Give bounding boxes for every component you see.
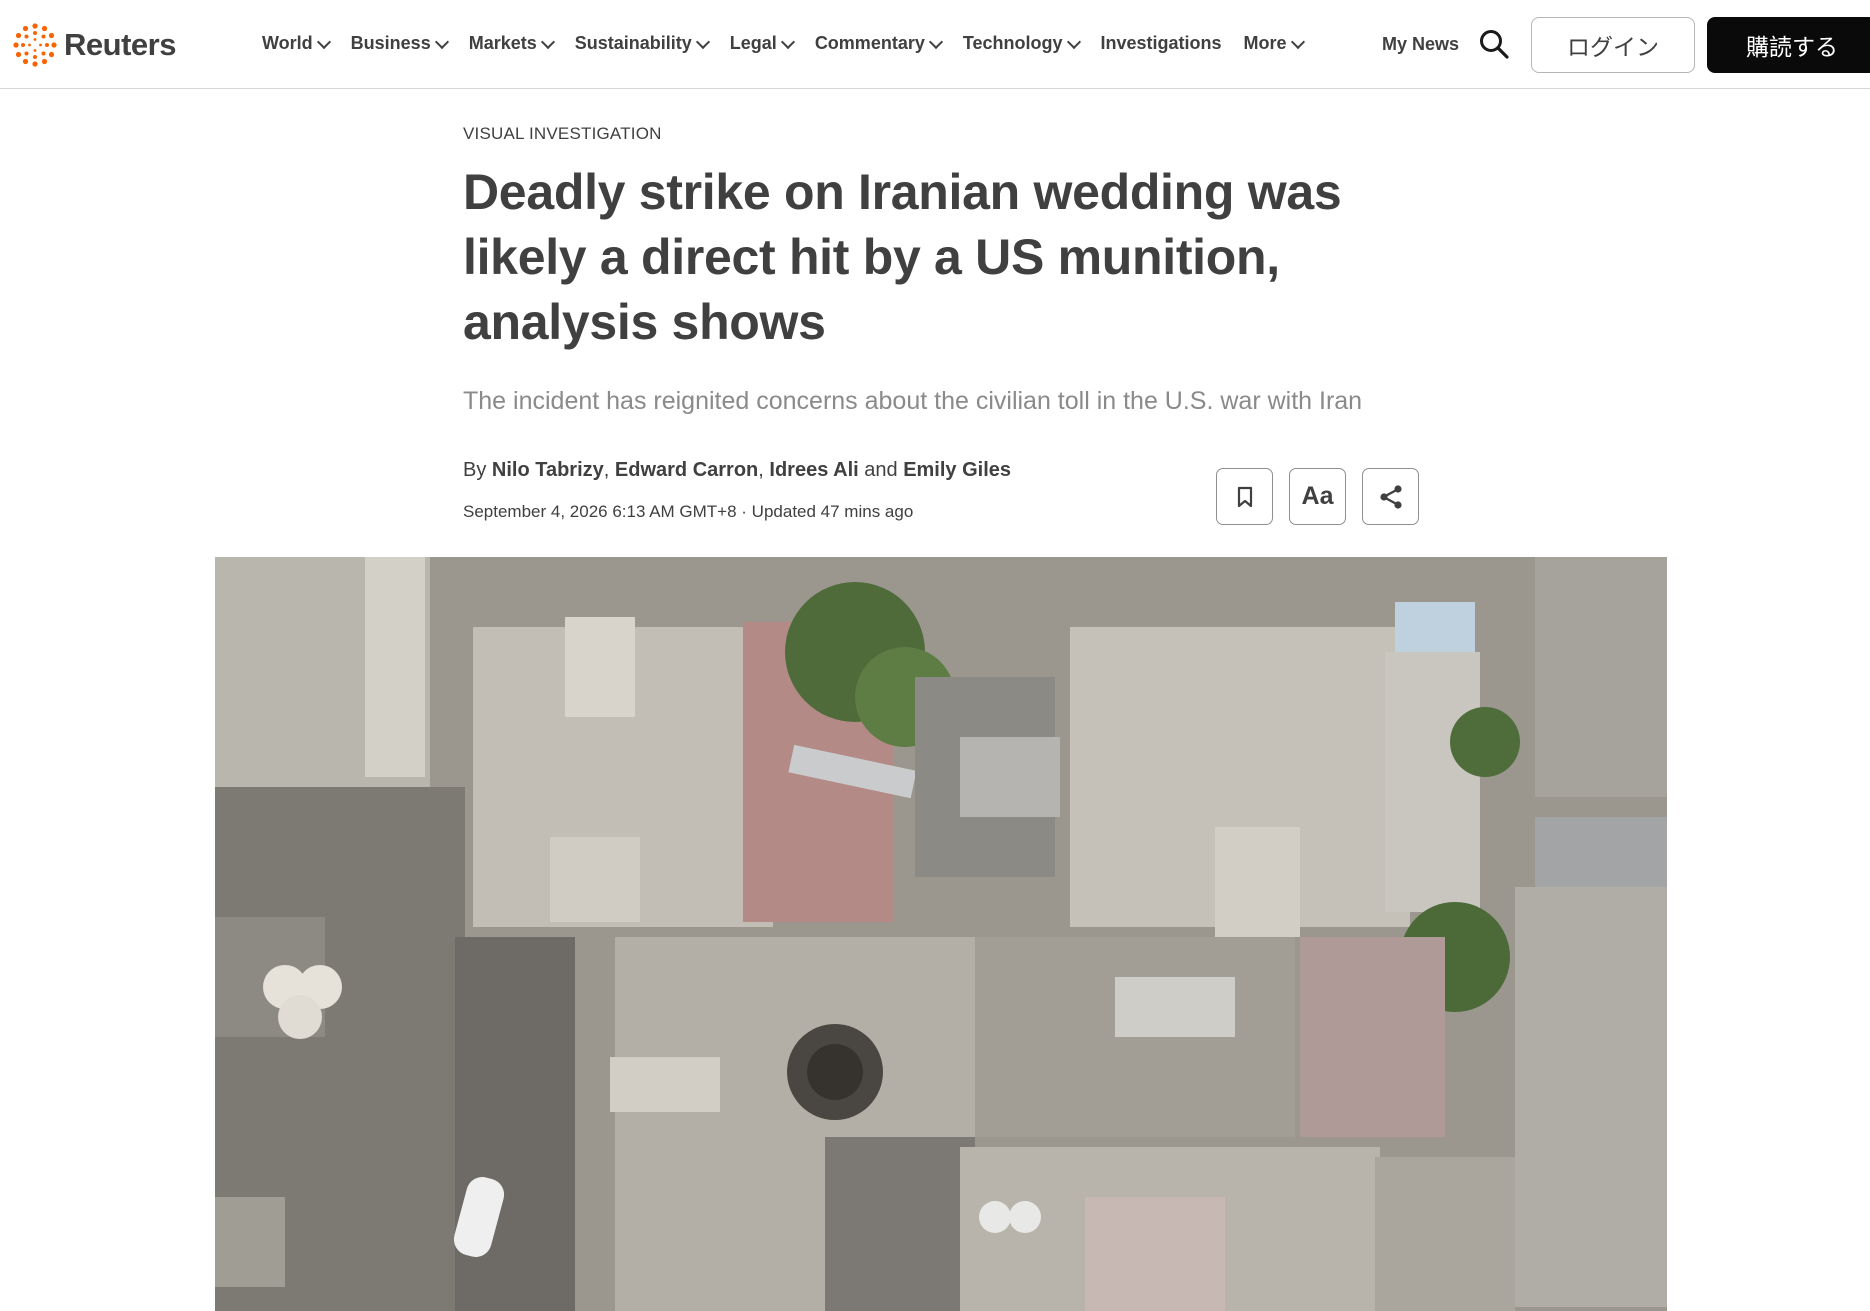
main-nav: World Business Markets Sustainability Le… [262,33,1325,54]
byline-separator: , [603,459,610,481]
nav-label: More [1243,33,1287,53]
nav-investigations[interactable]: Investigations [1101,33,1222,54]
my-news-link[interactable]: My News [1382,34,1459,55]
chevron-down-icon [1290,34,1305,49]
chevron-down-icon [780,34,795,49]
nav-sustainability[interactable]: Sustainability [574,33,710,54]
article-dateline: September 4, 2026 6:13 AM GMT+8 · Update… [463,502,914,521]
logo-text: Reuters [64,27,176,62]
author-link[interactable]: Edward Carron [615,459,758,481]
author-link[interactable]: Emily Giles [903,459,1011,481]
nav-legal[interactable]: Legal [729,33,795,54]
login-button[interactable]: ログイン [1531,17,1695,73]
chevron-down-icon [695,34,710,49]
article-headline: Deadly strike on Iranian wedding was lik… [463,164,1342,350]
share-icon [1379,484,1402,509]
byline-and: and [864,459,898,481]
author-link[interactable]: Idrees Ali [769,459,858,481]
nav-markets[interactable]: Markets [468,33,555,54]
byline-separator: , [758,459,764,481]
share-button[interactable] [1362,468,1419,525]
nav-technology[interactable]: Technology [962,33,1081,54]
site-header: Reuters World Business Markets Sustainab… [0,0,1870,89]
chevron-down-icon [1066,34,1081,49]
reuters-logo[interactable]: Reuters [12,22,176,68]
nav-more[interactable]: More [1243,33,1305,54]
font-size-button[interactable]: Aa [1289,468,1346,525]
search-icon [1480,30,1509,59]
chevron-down-icon [434,34,449,49]
nav-world[interactable]: World [262,33,331,54]
chevron-down-icon [928,34,943,49]
nav-label: Sustainability [574,33,692,53]
nav-commentary[interactable]: Commentary [814,33,943,54]
nav-label: Markets [468,33,537,53]
byline-prefix: By [463,459,487,481]
byline: By Nilo Tabrizy, Edward Carron, Idrees A… [463,459,1011,482]
hero-image [215,557,1667,1311]
search-button[interactable] [1478,28,1510,60]
chevron-down-icon [540,34,555,49]
nav-label: World [262,33,313,53]
chevron-down-icon [316,34,331,49]
subscribe-button[interactable]: 購読する [1707,17,1870,73]
nav-business[interactable]: Business [350,33,449,54]
author-link[interactable]: Nilo Tabrizy [492,459,604,481]
bookmark-button[interactable] [1216,468,1273,525]
nav-label: Legal [729,33,777,53]
bookmark-icon [1237,486,1252,507]
article-kicker[interactable]: VISUAL INVESTIGATION [463,124,662,144]
article-dek: The incident has reignited concerns abou… [463,387,1363,415]
aerial-photo [215,557,1667,1311]
nav-label: Investigations [1100,33,1222,53]
nav-label: Commentary [814,33,925,53]
nav-label: Technology [962,33,1063,53]
nav-label: Business [350,33,431,53]
reuters-logo-icon [13,23,57,67]
